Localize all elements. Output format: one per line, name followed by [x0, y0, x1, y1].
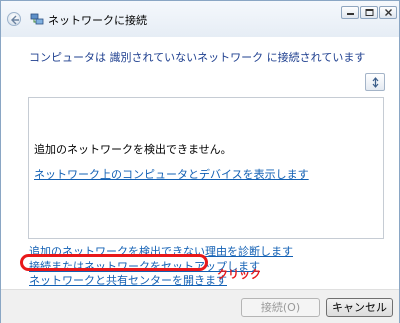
close-icon: [385, 9, 392, 16]
cancel-button[interactable]: キャンセル: [326, 298, 393, 317]
red-highlight-oval: [20, 254, 208, 271]
connect-button[interactable]: 接続(O): [241, 298, 320, 317]
window-title: ネットワークに接続: [48, 14, 147, 27]
connect-to-network-window: ネットワークに接続 コンピュータは 識別されていないネットワーク に接続されてい…: [0, 0, 400, 323]
sharing-center-link[interactable]: ネットワークと共有センターを開きます: [29, 272, 227, 288]
title-bar: ネットワークに接続: [1, 1, 399, 37]
no-network-message: 追加のネットワークを検出できません。: [34, 143, 232, 156]
network-icon: [30, 13, 44, 25]
minimize-icon: [347, 13, 354, 15]
button-bar: 接続(O) キャンセル: [1, 289, 399, 323]
close-button[interactable]: [379, 6, 397, 19]
show-computers-link[interactable]: ネットワーク上のコンピュータとデバイスを表示します: [34, 166, 309, 182]
back-arrow-icon: [11, 15, 19, 25]
click-annotation: クリック: [217, 268, 261, 281]
refresh-button[interactable]: [365, 73, 385, 91]
connection-status-heading: コンピュータは 識別されていないネットワーク に接続されています: [29, 51, 366, 64]
minimize-button[interactable]: [341, 6, 359, 19]
maximize-icon: [365, 9, 374, 16]
back-button[interactable]: [7, 12, 21, 26]
refresh-icon: [372, 77, 379, 88]
maximize-button[interactable]: [360, 6, 378, 19]
